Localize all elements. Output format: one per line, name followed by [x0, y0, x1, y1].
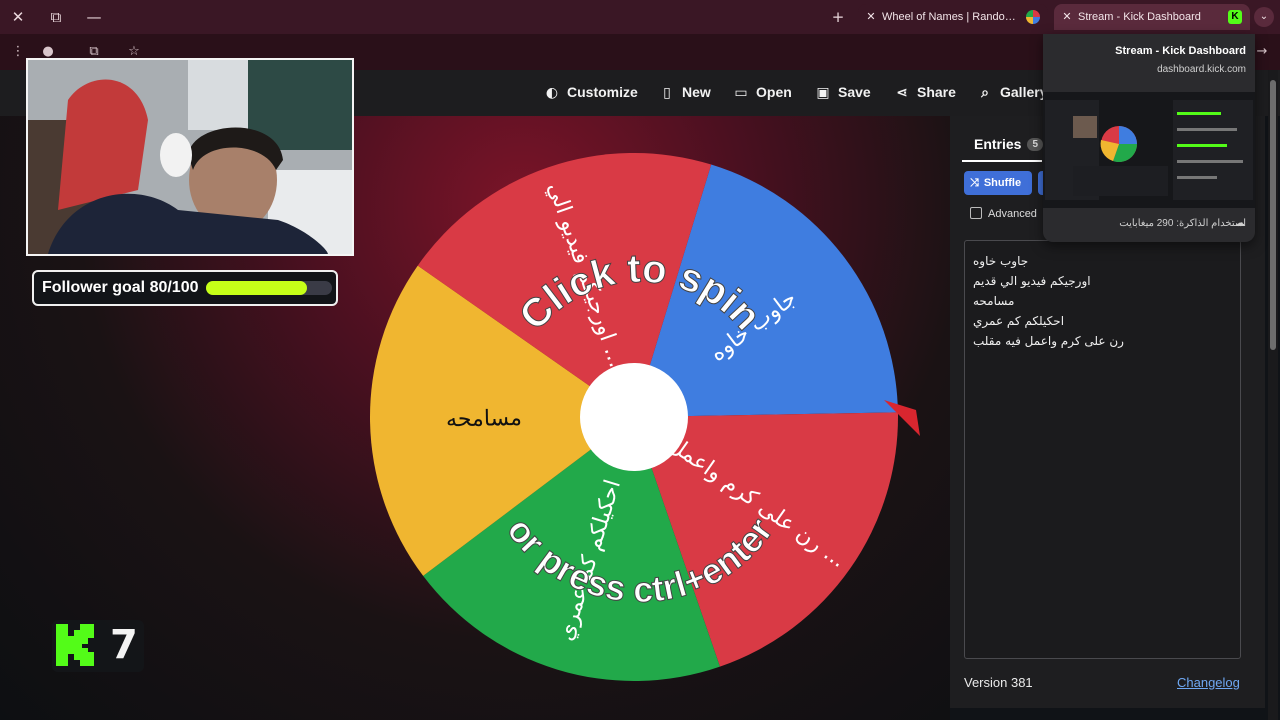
- tab-close-icon[interactable]: ✕: [864, 4, 878, 30]
- gallery-button[interactable]: ⌕ Gallery: [976, 84, 1047, 101]
- entry-line: احكيلكم كم عمري: [973, 314, 1065, 328]
- folder-icon: ▭: [734, 85, 748, 101]
- tab-kick-dashboard[interactable]: ✕ Stream - Kick Dashboard K: [1054, 4, 1250, 30]
- window-minimize-icon[interactable]: —: [82, 6, 106, 28]
- tab-wheel-of-names[interactable]: ✕ Wheel of Names | Random nam: [858, 4, 1048, 30]
- kick-counter-badge: 7: [52, 620, 144, 672]
- wheel-center-circle[interactable]: [580, 363, 688, 471]
- follower-goal-text: Follower goal 80/100: [42, 279, 199, 296]
- follower-goal-progress-fill: [206, 281, 307, 295]
- customize-label: Customize: [567, 84, 638, 100]
- save-icon: ▣: [816, 85, 830, 101]
- entry-line: مسامحه: [973, 294, 1015, 308]
- open-label: Open: [756, 84, 792, 100]
- entry-line: رن على كرم واعمل فيه مقلب: [973, 334, 1124, 348]
- new-button[interactable]: ▯ New: [658, 84, 711, 101]
- tab-close-icon[interactable]: ✕: [1060, 4, 1074, 30]
- open-button[interactable]: ▭ Open: [732, 84, 792, 101]
- browser-titlebar: ✕ ⧉ — + ✕ Wheel of Names | Random nam ✕ …: [0, 0, 1280, 34]
- shuffle-button[interactable]: ⤨ Shuffle: [964, 171, 1032, 195]
- entry-line: اورجيكم فيديو الي قديم: [973, 274, 1091, 288]
- tab-entries[interactable]: Entries 5: [974, 136, 1044, 152]
- entries-tab-label: Entries: [974, 136, 1022, 152]
- kick-count-number: 7: [110, 622, 138, 668]
- share-label: Share: [917, 84, 956, 100]
- file-icon: ▯: [663, 85, 671, 101]
- window-restore-icon[interactable]: ⧉: [44, 6, 68, 28]
- tab-title: Wheel of Names | Random nam: [882, 11, 1018, 23]
- shuffle-label: Shuffle: [983, 177, 1022, 189]
- entry-line: جاوب خاوه: [973, 254, 1029, 268]
- palette-icon: ◐: [545, 85, 559, 101]
- save-button[interactable]: ▣ Save: [814, 84, 871, 101]
- spin-wheel[interactable]: جاوب خاوهرن على كرم واعمل ...احكيلكم كم …: [360, 142, 920, 702]
- save-label: Save: [838, 84, 871, 100]
- share-button[interactable]: ⋖ Share: [893, 84, 956, 101]
- entries-textarea[interactable]: جاوب خاوه اورجيكم فيديو الي قديم مسامحه …: [964, 240, 1241, 659]
- kick-logo-icon: [56, 624, 94, 666]
- advanced-label: Advanced: [988, 208, 1037, 220]
- hover-card-url: dashboard.kick.com: [1157, 64, 1246, 75]
- follower-goal-progress-bar: [206, 281, 332, 295]
- entries-count-badge: 5: [1027, 138, 1044, 151]
- hover-card-thumbnail: [1043, 92, 1255, 208]
- version-label: Version 381: [964, 675, 1033, 690]
- wheel-slice-label: مسامحه: [446, 406, 522, 432]
- forward-arrow-icon[interactable]: →: [1252, 42, 1272, 62]
- new-tab-button[interactable]: +: [826, 6, 850, 28]
- wheel-favicon-icon: [1026, 10, 1040, 24]
- advanced-checkbox[interactable]: Advanced: [970, 207, 1037, 220]
- kick-favicon-icon: K: [1228, 10, 1242, 24]
- tab-title: Stream - Kick Dashboard: [1078, 11, 1201, 23]
- changelog-link[interactable]: Changelog: [1177, 675, 1240, 690]
- webcam-overlay: [26, 58, 354, 256]
- memory-usage-text: استخدام الذاكرة: 290 ميغابايت: [1119, 218, 1246, 229]
- tab-list-chevron-icon[interactable]: ⌄: [1254, 7, 1274, 27]
- scrollbar-thumb[interactable]: [1270, 80, 1276, 350]
- checkbox-icon[interactable]: [970, 207, 982, 219]
- shuffle-icon: ⤨: [970, 176, 979, 189]
- tab-hover-card: Stream - Kick Dashboard dashboard.kick.c…: [1043, 34, 1255, 242]
- new-label: New: [682, 84, 711, 100]
- window-close-icon[interactable]: ✕: [6, 6, 30, 28]
- hover-card-title: Stream - Kick Dashboard: [1115, 45, 1246, 57]
- share-icon: ⋖: [896, 85, 908, 101]
- follower-goal-widget: Follower goal 80/100: [32, 270, 338, 306]
- menu-dots-icon[interactable]: ⋮: [8, 42, 28, 62]
- gallery-label: Gallery: [1000, 84, 1048, 100]
- customize-button[interactable]: ◐ Customize: [543, 84, 638, 101]
- search-icon: ⌕: [981, 85, 989, 101]
- active-tab-indicator: [962, 160, 1042, 162]
